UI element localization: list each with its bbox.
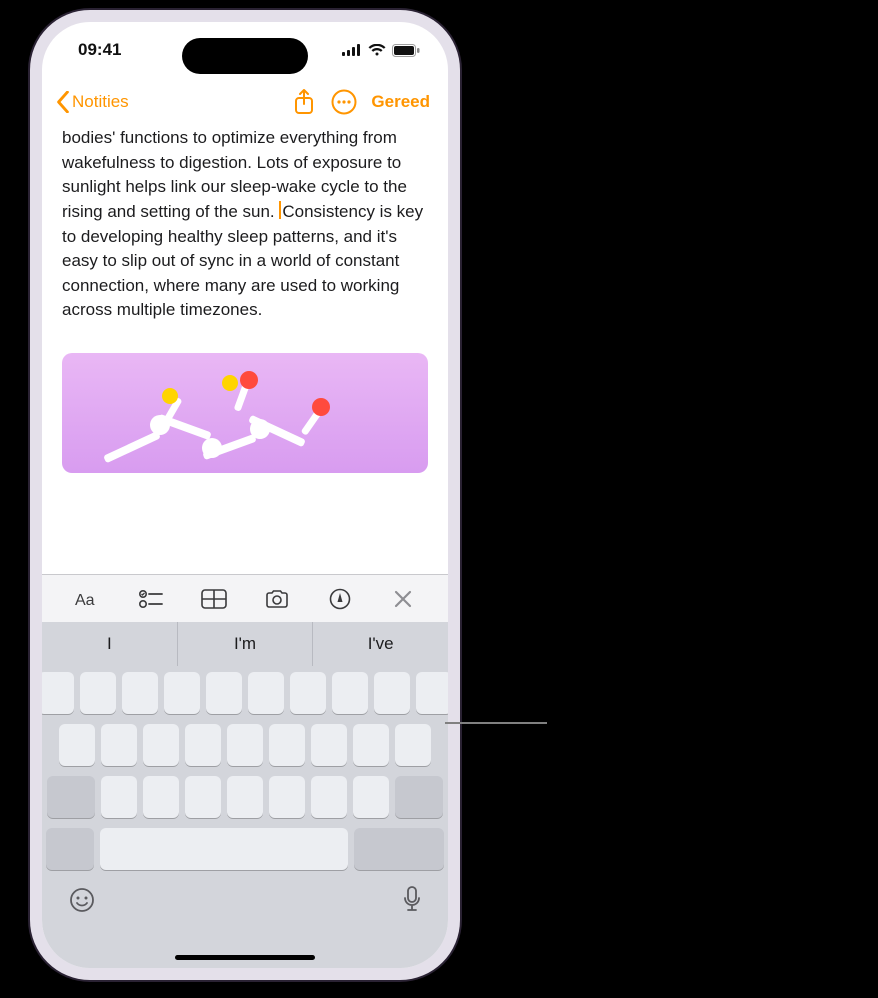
table-icon — [201, 589, 227, 609]
key[interactable] — [42, 672, 74, 714]
share-icon — [294, 89, 314, 115]
cellular-icon — [342, 44, 362, 56]
chevron-left-icon — [56, 91, 70, 113]
key[interactable] — [101, 724, 137, 766]
svg-text:Aa: Aa — [75, 592, 95, 609]
key[interactable] — [122, 672, 158, 714]
done-button[interactable]: Gereed — [367, 92, 434, 112]
checklist-icon — [139, 589, 163, 609]
key[interactable] — [185, 724, 221, 766]
close-icon — [394, 590, 412, 608]
screen: 09:41 Notities Gereed Sunlight — [42, 22, 448, 968]
home-indicator[interactable] — [175, 955, 315, 960]
ellipsis-circle-icon — [331, 89, 357, 115]
dynamic-island — [182, 38, 308, 74]
key[interactable] — [227, 776, 263, 818]
markup-icon — [329, 588, 351, 610]
key[interactable] — [290, 672, 326, 714]
key[interactable] — [185, 776, 221, 818]
key[interactable] — [80, 672, 116, 714]
key[interactable] — [248, 672, 284, 714]
key[interactable] — [164, 672, 200, 714]
dictation-button[interactable] — [402, 886, 422, 914]
table-button[interactable] — [194, 579, 234, 619]
keyboard[interactable] — [42, 666, 448, 968]
key[interactable] — [143, 776, 179, 818]
status-time: 09:41 — [78, 40, 121, 60]
key[interactable] — [101, 776, 137, 818]
key[interactable] — [332, 672, 368, 714]
key[interactable] — [311, 776, 347, 818]
key[interactable] — [353, 776, 389, 818]
close-toolbar-button[interactable] — [383, 579, 423, 619]
key[interactable] — [353, 724, 389, 766]
camera-button[interactable] — [257, 579, 297, 619]
share-button[interactable] — [287, 85, 321, 119]
key[interactable] — [374, 672, 410, 714]
navigation-bar: Notities Gereed — [42, 78, 448, 126]
return-key[interactable] — [354, 828, 444, 870]
backspace-key[interactable] — [395, 776, 443, 818]
note-content[interactable]: Sunlight has a direct impact on the slee… — [42, 126, 448, 323]
key[interactable] — [311, 724, 347, 766]
note-inline-image[interactable] — [62, 353, 428, 473]
battery-icon — [392, 44, 420, 57]
suggestion-1[interactable]: I — [42, 622, 177, 666]
key[interactable] — [206, 672, 242, 714]
key[interactable] — [269, 776, 305, 818]
key[interactable] — [59, 724, 95, 766]
iphone-frame: 09:41 Notities Gereed Sunlight — [30, 10, 460, 980]
key[interactable] — [416, 672, 448, 714]
numbers-key[interactable] — [46, 828, 94, 870]
emoji-button[interactable] — [68, 886, 96, 914]
suggestion-2[interactable]: I'm — [177, 622, 313, 666]
text-format-icon: Aa — [75, 589, 101, 609]
checklist-button[interactable] — [131, 579, 171, 619]
key[interactable] — [395, 724, 431, 766]
shift-key[interactable] — [47, 776, 95, 818]
text-format-button[interactable]: Aa — [68, 579, 108, 619]
key[interactable] — [143, 724, 179, 766]
wifi-icon — [368, 44, 386, 56]
suggestion-bar: I I'm I've — [42, 622, 448, 666]
key[interactable] — [269, 724, 305, 766]
callout-line — [445, 722, 547, 724]
markup-button[interactable] — [320, 579, 360, 619]
suggestion-3[interactable]: I've — [312, 622, 448, 666]
format-toolbar: Aa — [42, 574, 448, 622]
camera-icon — [264, 589, 290, 609]
back-button[interactable]: Notities — [56, 91, 129, 113]
back-label: Notities — [72, 92, 129, 112]
space-key[interactable] — [100, 828, 348, 870]
more-button[interactable] — [327, 85, 361, 119]
key[interactable] — [227, 724, 263, 766]
